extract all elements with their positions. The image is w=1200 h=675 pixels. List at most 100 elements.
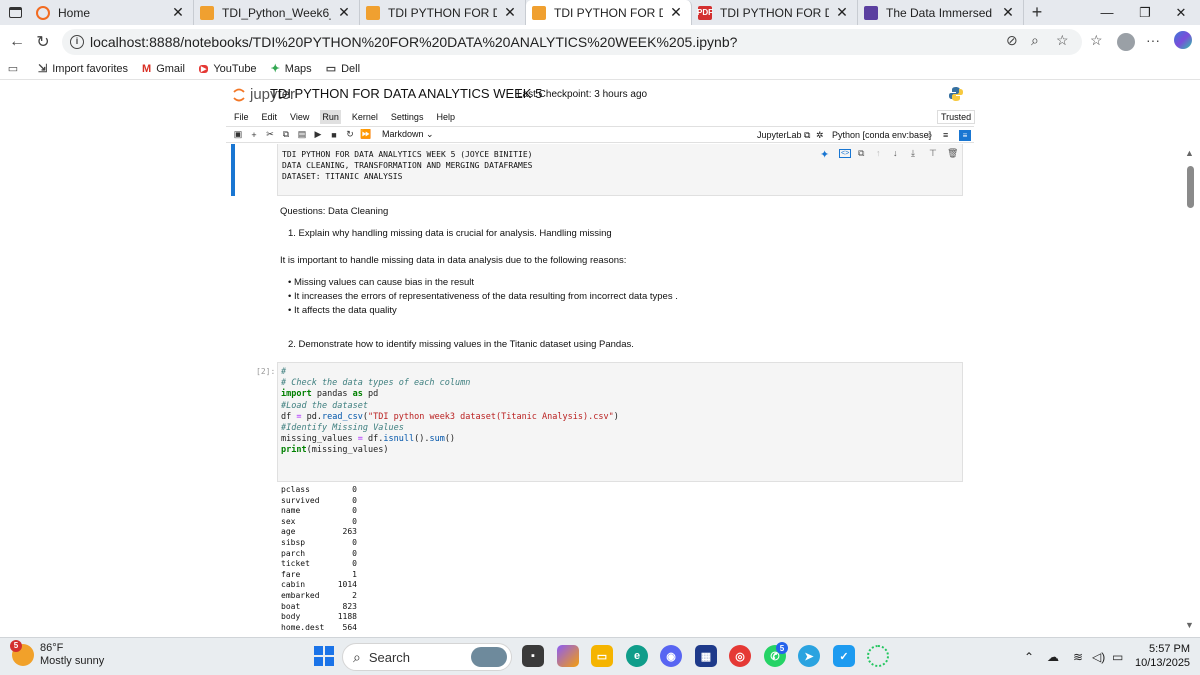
code-token: pd. bbox=[301, 411, 322, 422]
copy-icon[interactable]: ⧉ bbox=[278, 129, 294, 140]
close-window-icon[interactable]: ✕ bbox=[1162, 0, 1200, 25]
browser-tab[interactable]: The Data Immersed Main Su ✕ bbox=[858, 0, 1024, 25]
close-tab-icon[interactable]: ✕ bbox=[1001, 4, 1015, 21]
insert-above-icon[interactable]: ⤓ bbox=[911, 148, 915, 159]
refresh-icon[interactable]: ↻ bbox=[30, 32, 56, 52]
battery-icon[interactable]: ▭ bbox=[1112, 650, 1123, 664]
url-field[interactable]: i localhost:8888/notebooks/TDI%20PYTHON%… bbox=[62, 29, 1082, 55]
browser-tab[interactable]: PDF TDI PYTHON FOR DATA ANA ✕ bbox=[692, 0, 858, 25]
page-scrollbar[interactable]: ▲ ▼ bbox=[1183, 148, 1197, 636]
volume-icon[interactable]: ◁) bbox=[1092, 650, 1105, 664]
store-icon[interactable]: ▦ bbox=[695, 645, 717, 667]
show-hidden-icons[interactable]: ⌃ bbox=[1024, 650, 1034, 664]
favorite-import[interactable]: ⇲ Import favorites bbox=[38, 62, 128, 76]
stop-icon[interactable]: ■ bbox=[326, 130, 342, 140]
favorite-gmail[interactable]: M Gmail bbox=[142, 63, 185, 75]
insert-cell-icon[interactable]: + bbox=[246, 130, 262, 140]
menu-lines-icon[interactable]: ≡ bbox=[943, 130, 948, 140]
minimize-icon[interactable]: — bbox=[1088, 0, 1126, 25]
discord-icon[interactable]: ◉ bbox=[660, 645, 682, 667]
restart-icon[interactable]: ↻ bbox=[342, 129, 358, 140]
menu-kernel[interactable]: Kernel bbox=[350, 110, 380, 124]
cell-type-select[interactable]: Markdown ⌄ bbox=[382, 129, 434, 140]
restore-icon[interactable]: ❐ bbox=[1126, 0, 1164, 25]
url-text[interactable]: localhost:8888/notebooks/TDI%20PYTHON%20… bbox=[90, 34, 737, 50]
browser-tab[interactable]: Home ✕ bbox=[30, 0, 194, 25]
loading-app-icon[interactable] bbox=[867, 645, 889, 667]
close-tab-icon[interactable]: ✕ bbox=[337, 4, 351, 21]
delete-cell-icon[interactable]: 🗑 bbox=[947, 148, 958, 159]
save-icon[interactable]: ▣ bbox=[230, 129, 246, 140]
copilot-icon[interactable] bbox=[1174, 31, 1192, 49]
favorite-star-icon[interactable]: ☆ bbox=[1056, 32, 1069, 49]
close-tab-icon[interactable]: ✕ bbox=[835, 4, 849, 21]
chrome-icon[interactable]: ◎ bbox=[729, 645, 751, 667]
menu-file[interactable]: File bbox=[232, 110, 251, 124]
edge-browser-icon[interactable]: e bbox=[626, 645, 648, 667]
md-question-2: 2. Demonstrate how to identify missing v… bbox=[288, 339, 634, 350]
code-cell[interactable]: # # Check the data types of each column … bbox=[277, 362, 963, 482]
kernel-name[interactable]: Python [conda env:base] bbox=[832, 130, 931, 140]
cloud-icon[interactable]: ☁ bbox=[1047, 650, 1059, 664]
toc-icon[interactable]: ≡ bbox=[959, 130, 971, 141]
tab-actions-icon[interactable] bbox=[0, 0, 30, 25]
weather-widget[interactable]: 5 86°F Mostly sunny bbox=[10, 640, 104, 668]
back-icon[interactable]: ← bbox=[4, 33, 30, 51]
clock[interactable]: 5:57 PM 10/13/2025 bbox=[1135, 642, 1190, 670]
cut-icon[interactable]: ✂ bbox=[262, 129, 278, 140]
duplicate-cell-icon[interactable]: ⧉ bbox=[858, 148, 864, 159]
code-line: df = pd.read_csv("TDI python week3 datas… bbox=[281, 412, 959, 423]
site-info-icon[interactable]: i bbox=[70, 35, 84, 49]
search-label: Search bbox=[368, 649, 411, 665]
file-explorer-icon[interactable]: ▭ bbox=[591, 645, 613, 667]
wifi-icon[interactable]: ≋ bbox=[1073, 650, 1083, 664]
close-tab-icon[interactable]: ✕ bbox=[503, 4, 517, 21]
telegram-icon[interactable]: ➤ bbox=[798, 645, 820, 667]
zoom-icon[interactable]: ⌕ bbox=[1031, 32, 1039, 49]
insert-below-icon[interactable]: ⊤ bbox=[929, 148, 937, 159]
close-tab-icon[interactable]: ✕ bbox=[171, 4, 185, 21]
scroll-up-icon[interactable]: ▲ bbox=[1185, 148, 1194, 158]
last-checkpoint: Last Checkpoint: 3 hours ago bbox=[517, 89, 648, 100]
close-tab-icon[interactable]: ✕ bbox=[669, 4, 683, 21]
browser-tab[interactable]: TDI PYTHON FOR DATA ANA ✕ bbox=[360, 0, 526, 25]
move-down-icon[interactable]: ↓ bbox=[893, 148, 898, 158]
menu-settings[interactable]: Settings bbox=[389, 110, 426, 124]
browser-tab[interactable]: TDI_Python_Week6_EDA (1) ✕ bbox=[194, 0, 360, 25]
menu-run[interactable]: Run bbox=[320, 109, 341, 124]
tracking-prevention-icon[interactable]: ⊘ bbox=[1006, 32, 1018, 49]
task-view-icon[interactable]: ▪ bbox=[522, 645, 544, 667]
paste-icon[interactable]: ▤ bbox=[294, 129, 310, 140]
favorite-maps[interactable]: ✦ Maps bbox=[271, 62, 312, 76]
scroll-thumb[interactable] bbox=[1187, 166, 1194, 208]
favorite-dell[interactable]: ▭ Dell bbox=[326, 62, 360, 76]
tab-favicon-icon: PDF bbox=[697, 5, 713, 20]
run-icon[interactable]: ▶ bbox=[310, 129, 326, 140]
menu-help[interactable]: Help bbox=[434, 110, 457, 124]
menu-edit[interactable]: Edit bbox=[260, 110, 280, 124]
trusted-badge[interactable]: Trusted bbox=[937, 110, 976, 124]
scroll-down-icon[interactable]: ▼ bbox=[1185, 620, 1194, 630]
sidebar-toggle-icon[interactable]: ▭ bbox=[0, 62, 26, 75]
menu-view[interactable]: View bbox=[288, 110, 311, 124]
gear-icon[interactable]: ✲ bbox=[816, 130, 824, 141]
output-row: pclass 0 bbox=[281, 485, 357, 496]
output-value: 0 bbox=[352, 548, 357, 558]
start-button[interactable] bbox=[314, 646, 334, 666]
favorite-youtube[interactable]: ▶ YouTube bbox=[198, 63, 257, 75]
taskbar-search[interactable]: ⌕ Search bbox=[342, 643, 512, 671]
jupyterlab-link[interactable]: JupyterLab ⧉ bbox=[757, 130, 810, 141]
copilot-app-icon[interactable] bbox=[557, 645, 579, 667]
code-format-icon[interactable]: <> bbox=[839, 149, 852, 158]
run-all-icon[interactable]: ⏩ bbox=[358, 129, 374, 140]
profile-avatar[interactable] bbox=[1117, 33, 1135, 51]
favorites-icon[interactable]: ☆ bbox=[1090, 32, 1103, 49]
move-up-icon[interactable]: ↑ bbox=[876, 148, 881, 158]
new-tab-button[interactable]: + bbox=[1024, 2, 1050, 23]
ai-sparkle-icon[interactable]: ✦ bbox=[820, 148, 829, 161]
browser-tab[interactable]: TDI PYTHON FOR DATA ANA ✕ bbox=[526, 0, 692, 25]
twitter-icon[interactable]: ✓ bbox=[833, 645, 855, 667]
notebook-title[interactable]: TDI PYTHON FOR DATA ANALYTICS WEEK 5 bbox=[270, 86, 542, 101]
more-menu-icon[interactable]: ··· bbox=[1146, 32, 1160, 48]
md-bullet: • It increases the errors of representat… bbox=[288, 291, 678, 302]
